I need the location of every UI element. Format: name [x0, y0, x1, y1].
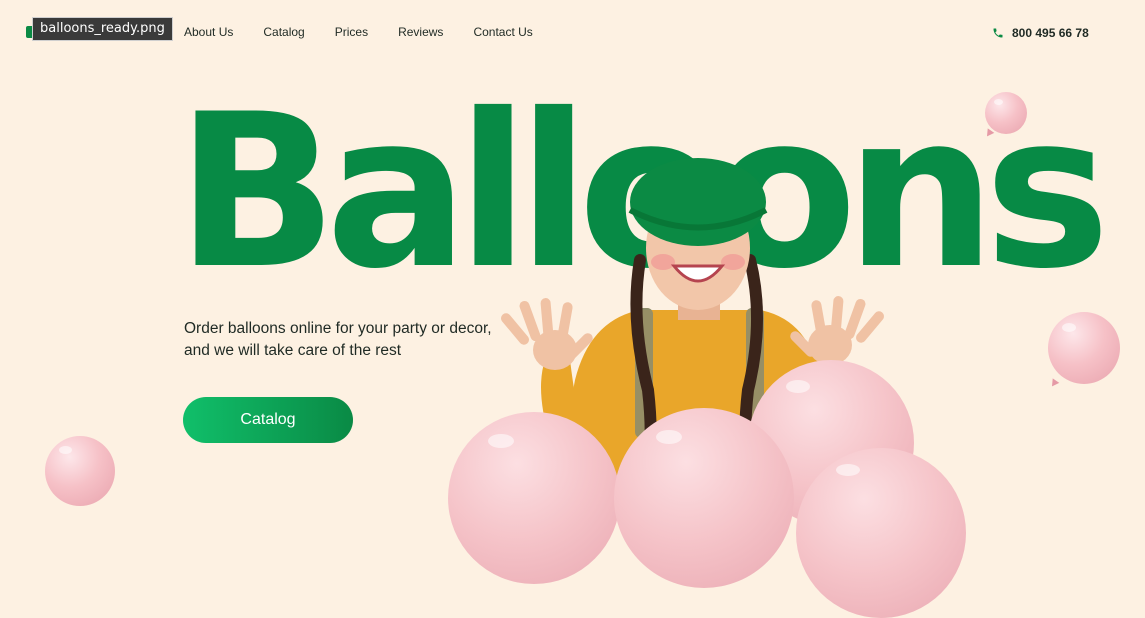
hero-subtitle-line-1: Order balloons online for your party or … — [184, 320, 492, 337]
hero-subtitle-line-2: and we will take care of the rest — [184, 342, 402, 359]
floating-balloon-right — [1048, 312, 1120, 384]
filename-tooltip: balloons_ready.png — [32, 17, 173, 41]
floating-balloon-bottom-left — [45, 436, 115, 506]
main-nav: About Us Catalog Prices Reviews Contact … — [184, 25, 563, 39]
foreground-balloon-center — [614, 408, 794, 588]
catalog-button[interactable]: Catalog — [183, 397, 353, 443]
nav-item-prices[interactable]: Prices — [335, 25, 368, 39]
nav-item-reviews[interactable]: Reviews — [398, 25, 443, 39]
nav-item-catalog[interactable]: Catalog — [263, 25, 304, 39]
phone-icon — [993, 28, 1003, 38]
foreground-balloon-left — [448, 412, 620, 584]
balloon-knot — [1048, 378, 1060, 389]
hero-subtitle: Order balloons online for your party or … — [184, 318, 504, 362]
phone-number: 800 495 66 78 — [1012, 26, 1089, 40]
phone-contact[interactable]: 800 495 66 78 — [992, 26, 1089, 40]
foreground-balloon-right — [796, 448, 966, 618]
nav-item-contact-us[interactable]: Contact Us — [473, 25, 532, 39]
nav-item-about-us[interactable]: About Us — [184, 25, 233, 39]
